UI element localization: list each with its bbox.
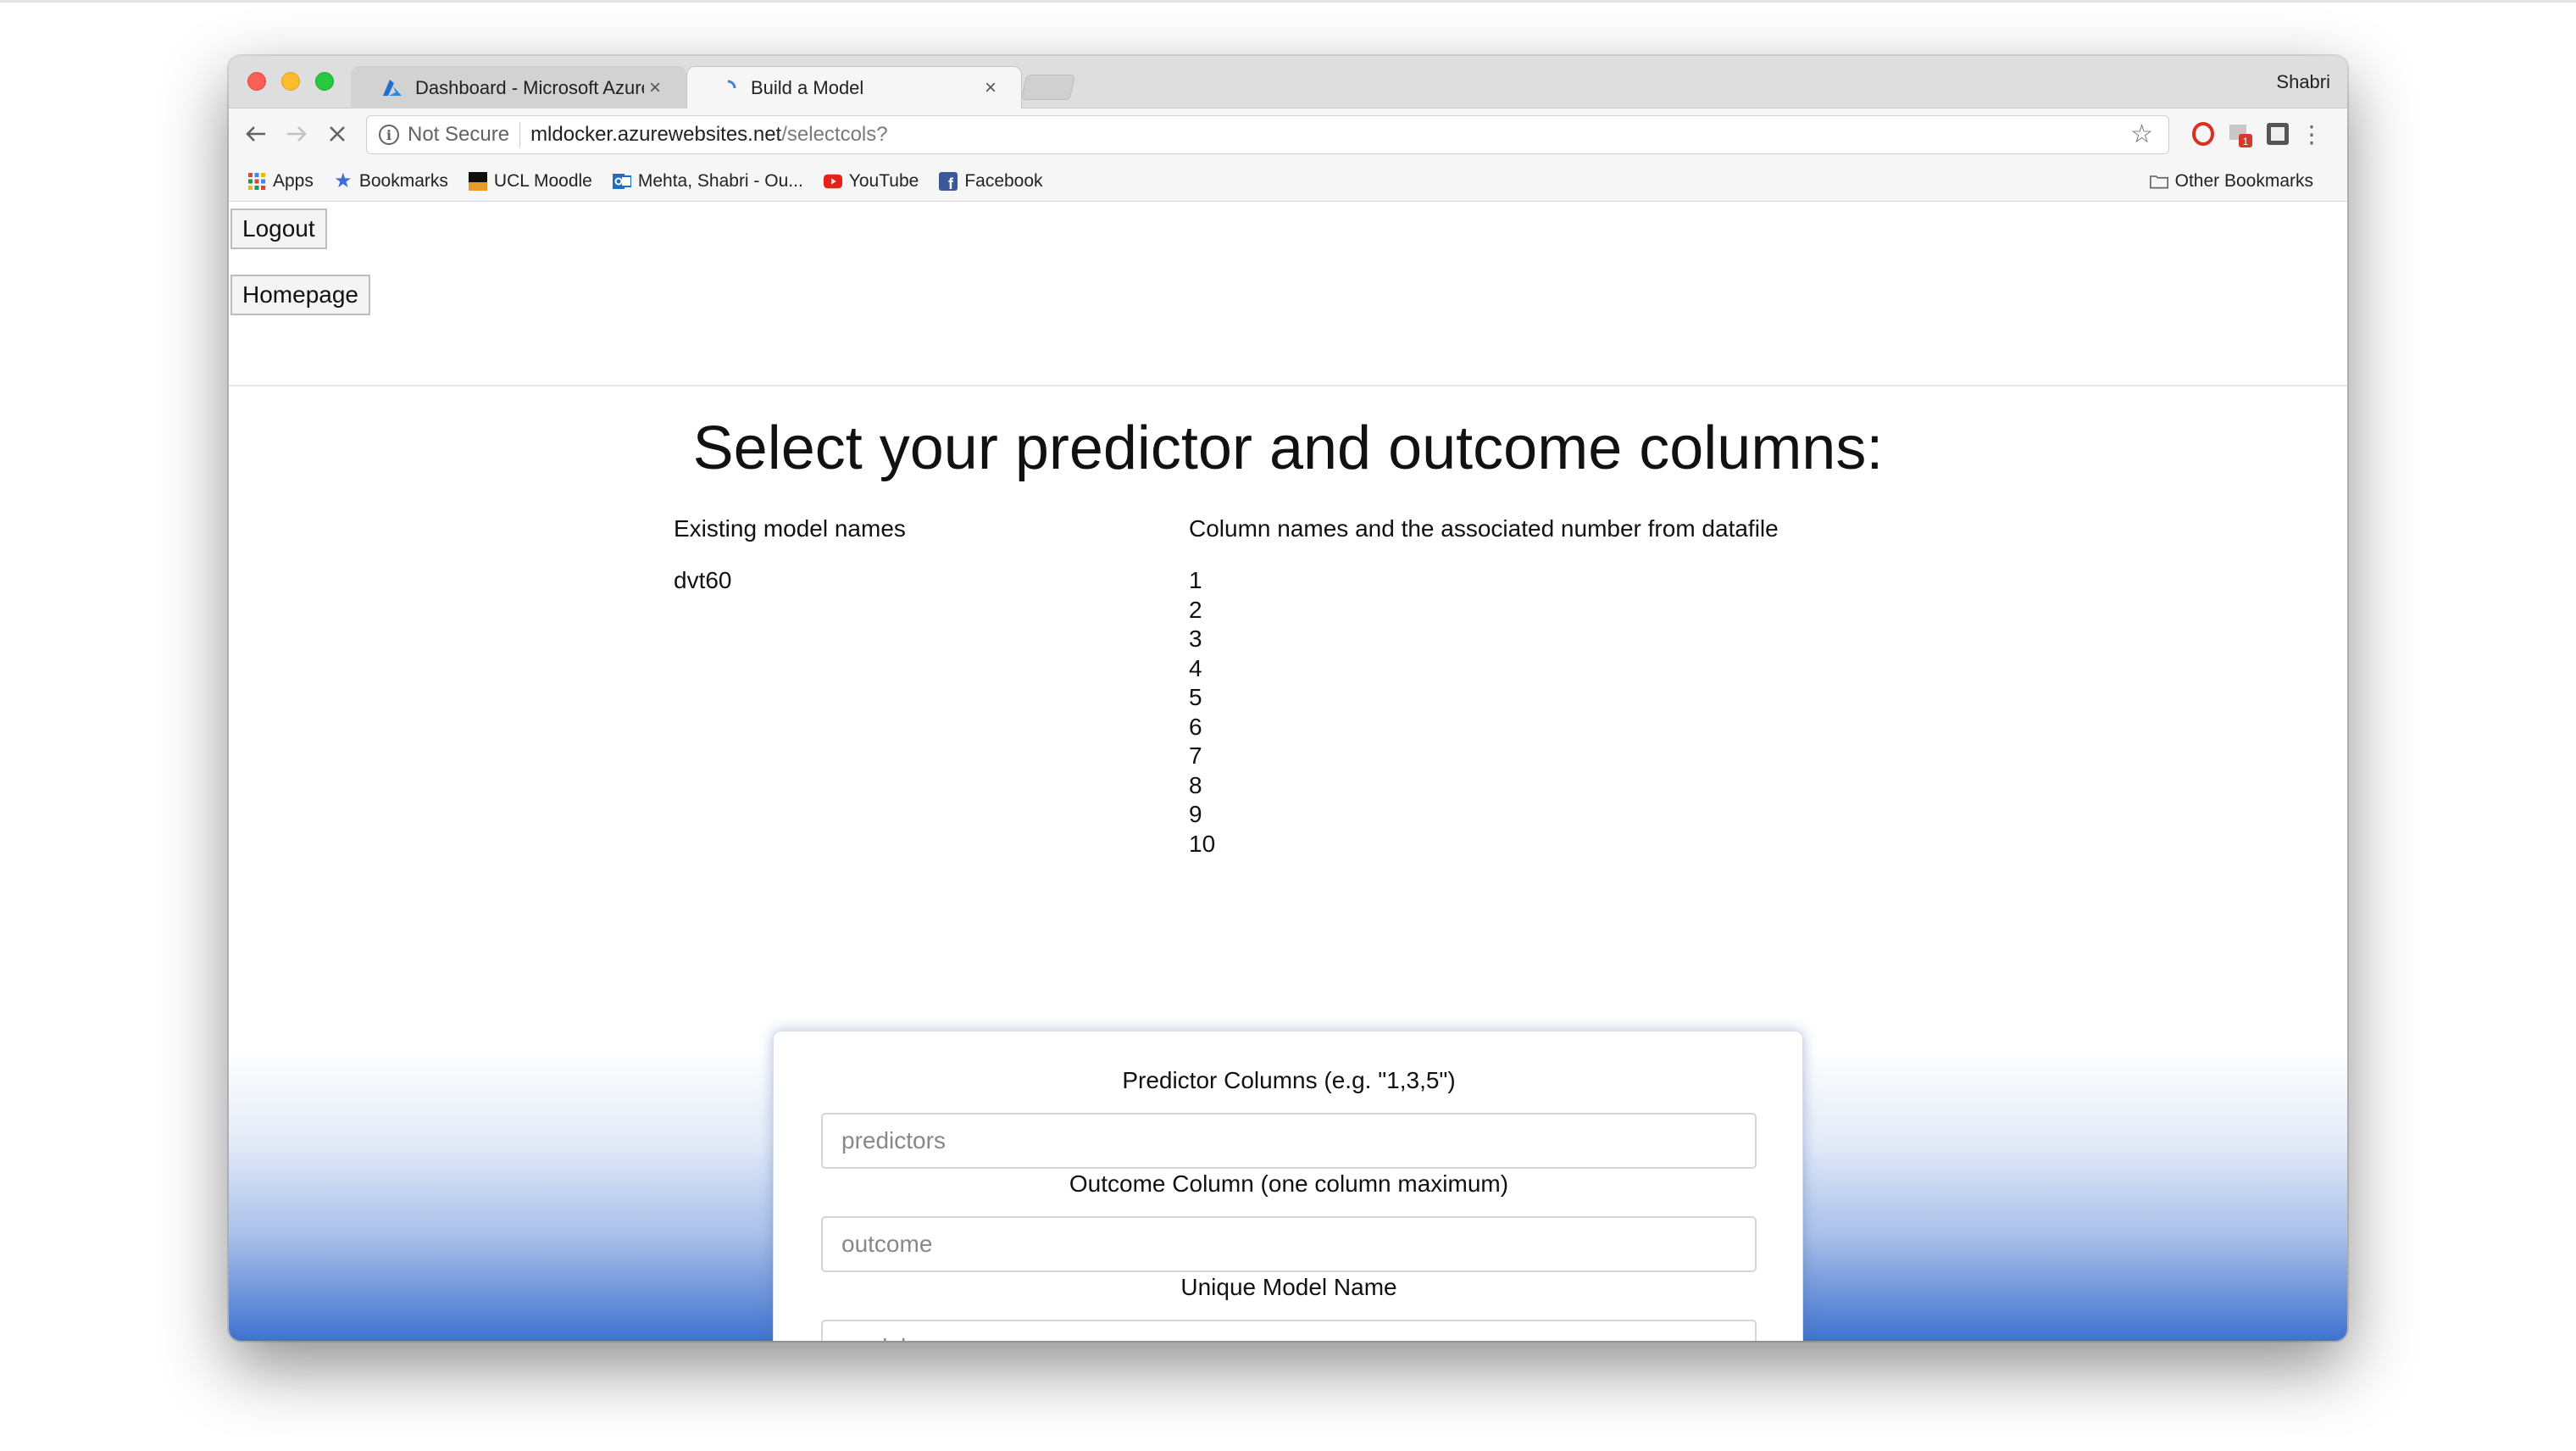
model-name-label: Unique Model Name (1180, 1274, 1397, 1300)
apps-grid-icon (247, 172, 266, 191)
bookmark-bookmarks[interactable]: ★ Bookmarks (334, 170, 448, 192)
existing-models-section: Existing model names dvt60 (674, 515, 906, 596)
screen-top-border (0, 0, 2576, 3)
notification-extension-icon[interactable]: 1 (2225, 119, 2256, 149)
info-icon: i (379, 125, 399, 145)
column-number-item: 7 (1189, 742, 1202, 769)
column-number-item: 4 (1189, 654, 1202, 681)
bookmark-apps[interactable]: Apps (247, 171, 314, 192)
tab-title: Dashboard - Microsoft Azure (415, 77, 644, 98)
predictors-input[interactable] (821, 1113, 1757, 1169)
bookmark-outlook[interactable]: Mehta, Shabri - Ou... (612, 170, 803, 192)
new-tab-button[interactable] (1020, 75, 1076, 100)
other-bookmarks[interactable]: Other Bookmarks (2149, 171, 2313, 192)
outlook-icon (612, 172, 631, 191)
selenium-extension-icon[interactable] (2262, 119, 2293, 149)
column-number-item: 10 (1189, 830, 1216, 857)
column-number-item: 6 (1189, 713, 1202, 740)
star-icon: ★ (334, 170, 353, 192)
forward-arrow-icon[interactable] (280, 117, 314, 151)
outcome-label: Outcome Column (one column maximum) (1069, 1170, 1509, 1197)
bookmark-ucl-moodle[interactable]: UCL Moodle (468, 170, 592, 192)
bookmark-label: Bookmarks (358, 170, 448, 191)
page-title: Select your predictor and outcome column… (692, 414, 1884, 482)
profile-name[interactable]: Shabri (2276, 71, 2330, 93)
browser-window: Dashboard - Microsoft Azure × Build a Mo… (229, 56, 2347, 1341)
bookmark-label: Mehta, Shabri - Ou... (637, 170, 803, 191)
model-name-item: dvt60 (674, 567, 732, 593)
predictors-label: Predictor Columns (e.g. "1,3,5") (1122, 1067, 1456, 1093)
bookmark-youtube[interactable]: YouTube (823, 170, 919, 192)
facebook-icon: f (939, 171, 958, 191)
bookmark-label: YouTube (848, 170, 919, 191)
bookmark-label: UCL Moodle (493, 170, 592, 191)
folder-icon (2149, 172, 2168, 191)
ucl-icon (468, 171, 487, 191)
other-bookmarks-label: Other Bookmarks (2174, 171, 2313, 191)
column-number-item: 5 (1189, 684, 1202, 710)
column-names-section: Column names and the associated number f… (1189, 515, 1779, 859)
url-path: /selectcols? (781, 123, 888, 146)
tab-close-icon[interactable]: × (644, 76, 666, 100)
column-number-item: 9 (1189, 801, 1202, 827)
column-number-item: 1 (1189, 567, 1202, 593)
stop-loading-icon[interactable] (320, 117, 354, 151)
zoom-window-button[interactable] (315, 72, 334, 91)
tab-dashboard-azure[interactable]: Dashboard - Microsoft Azure × (351, 66, 686, 110)
existing-models-header: Existing model names (674, 515, 906, 542)
security-label: Not Secure (408, 123, 510, 146)
outcome-input[interactable] (821, 1216, 1757, 1272)
security-indicator[interactable]: i Not Secure (379, 122, 521, 147)
page-content: Logout Homepage Select your predictor an… (229, 202, 2347, 1341)
browser-toolbar: i Not Secure mldocker.azurewebsites.net /… (229, 108, 2347, 161)
header-divider (229, 385, 2347, 386)
tab-title: Build a Model (751, 77, 864, 98)
existing-models-list: dvt60 (674, 566, 906, 596)
extension-badge: 1 (2243, 136, 2249, 147)
tab-build-a-model[interactable]: Build a Model × (686, 66, 1022, 110)
column-numbers-list: 1 2 3 4 5 6 7 8 9 10 (1189, 566, 1779, 859)
column-number-item: 3 (1189, 625, 1202, 652)
column-number-item: 8 (1189, 771, 1202, 798)
tab-strip: Dashboard - Microsoft Azure × Build a Mo… (229, 56, 2347, 110)
opera-extension-icon[interactable] (2188, 119, 2218, 149)
bookmark-star-icon[interactable]: ☆ (2130, 120, 2153, 149)
tab-close-icon[interactable]: × (980, 76, 1002, 100)
minimize-window-button[interactable] (281, 72, 300, 91)
column-number-item: 2 (1189, 596, 1202, 623)
bookmark-label: Facebook (964, 170, 1043, 191)
svg-text:f: f (948, 175, 954, 191)
close-window-button[interactable] (247, 72, 266, 91)
menu-kebab-icon[interactable]: ⋮ (2296, 119, 2327, 149)
back-arrow-icon[interactable] (239, 117, 273, 151)
model-name-input[interactable] (821, 1320, 1757, 1341)
column-names-header: Column names and the associated number f… (1189, 515, 1779, 542)
bookmark-label: Apps (273, 170, 314, 191)
bookmarks-bar: Apps ★ Bookmarks UCL Moodle Mehta, Shabr… (229, 161, 2347, 202)
model-form-card: Predictor Columns (e.g. "1,3,5") Outcome… (773, 1031, 1803, 1341)
url-host: mldocker.azurewebsites.net (530, 123, 782, 146)
homepage-button[interactable]: Homepage (230, 275, 370, 315)
address-bar[interactable]: i Not Secure mldocker.azurewebsites.net /… (366, 115, 2169, 154)
logout-button[interactable]: Logout (230, 208, 327, 249)
youtube-icon (823, 172, 842, 191)
azure-icon (381, 77, 403, 99)
loading-spinner-icon (717, 77, 739, 99)
bookmark-facebook[interactable]: f Facebook (939, 170, 1043, 192)
